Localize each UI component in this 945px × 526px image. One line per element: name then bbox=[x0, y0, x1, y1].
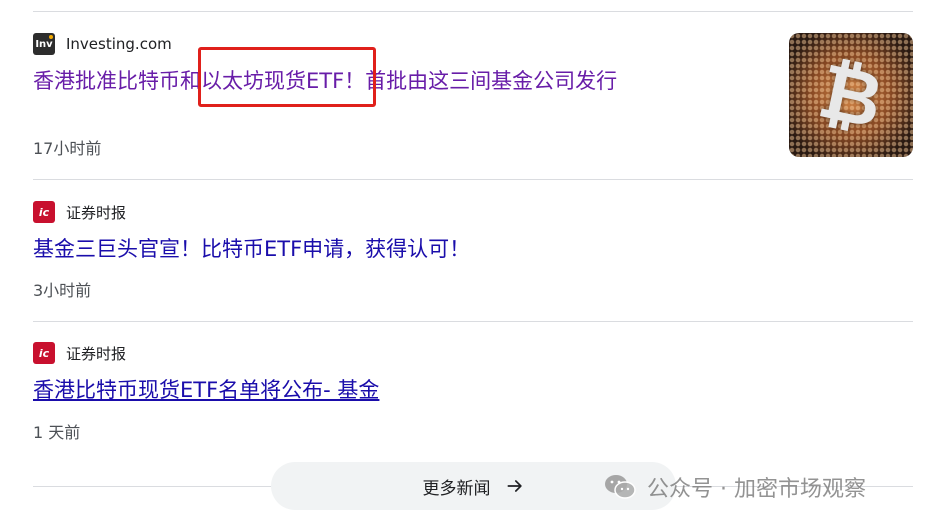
favicon-dot bbox=[49, 35, 53, 39]
top-divider bbox=[33, 11, 913, 12]
divider-2 bbox=[33, 321, 913, 322]
watermark-text: 公众号 · 加密市场观察 bbox=[647, 477, 866, 502]
more-news-label: 更多新闻 bbox=[422, 478, 491, 499]
result-1-thumbnail[interactable]: ₿ bbox=[789, 33, 913, 157]
result-1-source-name: Investing.com bbox=[66, 35, 172, 53]
divider-1 bbox=[33, 179, 913, 180]
arrow-right-icon bbox=[507, 480, 522, 492]
result-3-source[interactable]: ic 证券时报 bbox=[33, 342, 126, 364]
result-1-headline[interactable]: 香港批准比特币和以太坊现货ETF！首批由这三间基金公司发行 bbox=[33, 67, 617, 95]
investing-favicon-icon: Inv bbox=[33, 33, 55, 55]
result-3-time: 1 天前 bbox=[33, 423, 81, 442]
result-3-headline[interactable]: 香港比特币现货ETF名单将公布- 基金 bbox=[33, 376, 379, 404]
result-2-source-name: 证券时报 bbox=[66, 203, 127, 222]
watermark: 公众号 · 加密市场观察 bbox=[603, 470, 866, 504]
result-2-source[interactable]: ic 证券时报 bbox=[33, 201, 126, 223]
result-3-source-name: 证券时报 bbox=[66, 344, 127, 363]
result-2-headline[interactable]: 基金三巨头官宣！比特币ETF申请，获得认可！ bbox=[33, 235, 470, 263]
stcn-favicon-icon: ic bbox=[33, 342, 55, 364]
wechat-icon bbox=[605, 475, 636, 499]
result-1-time: 17小时前 bbox=[33, 139, 102, 158]
stcn-favicon-icon: ic bbox=[33, 201, 55, 223]
favicon-text: Inv bbox=[35, 38, 53, 50]
bitcoin-icon: ₿ bbox=[811, 45, 891, 145]
result-2-time: 3小时前 bbox=[33, 281, 92, 300]
result-1-source[interactable]: Inv Investing.com bbox=[33, 33, 172, 55]
